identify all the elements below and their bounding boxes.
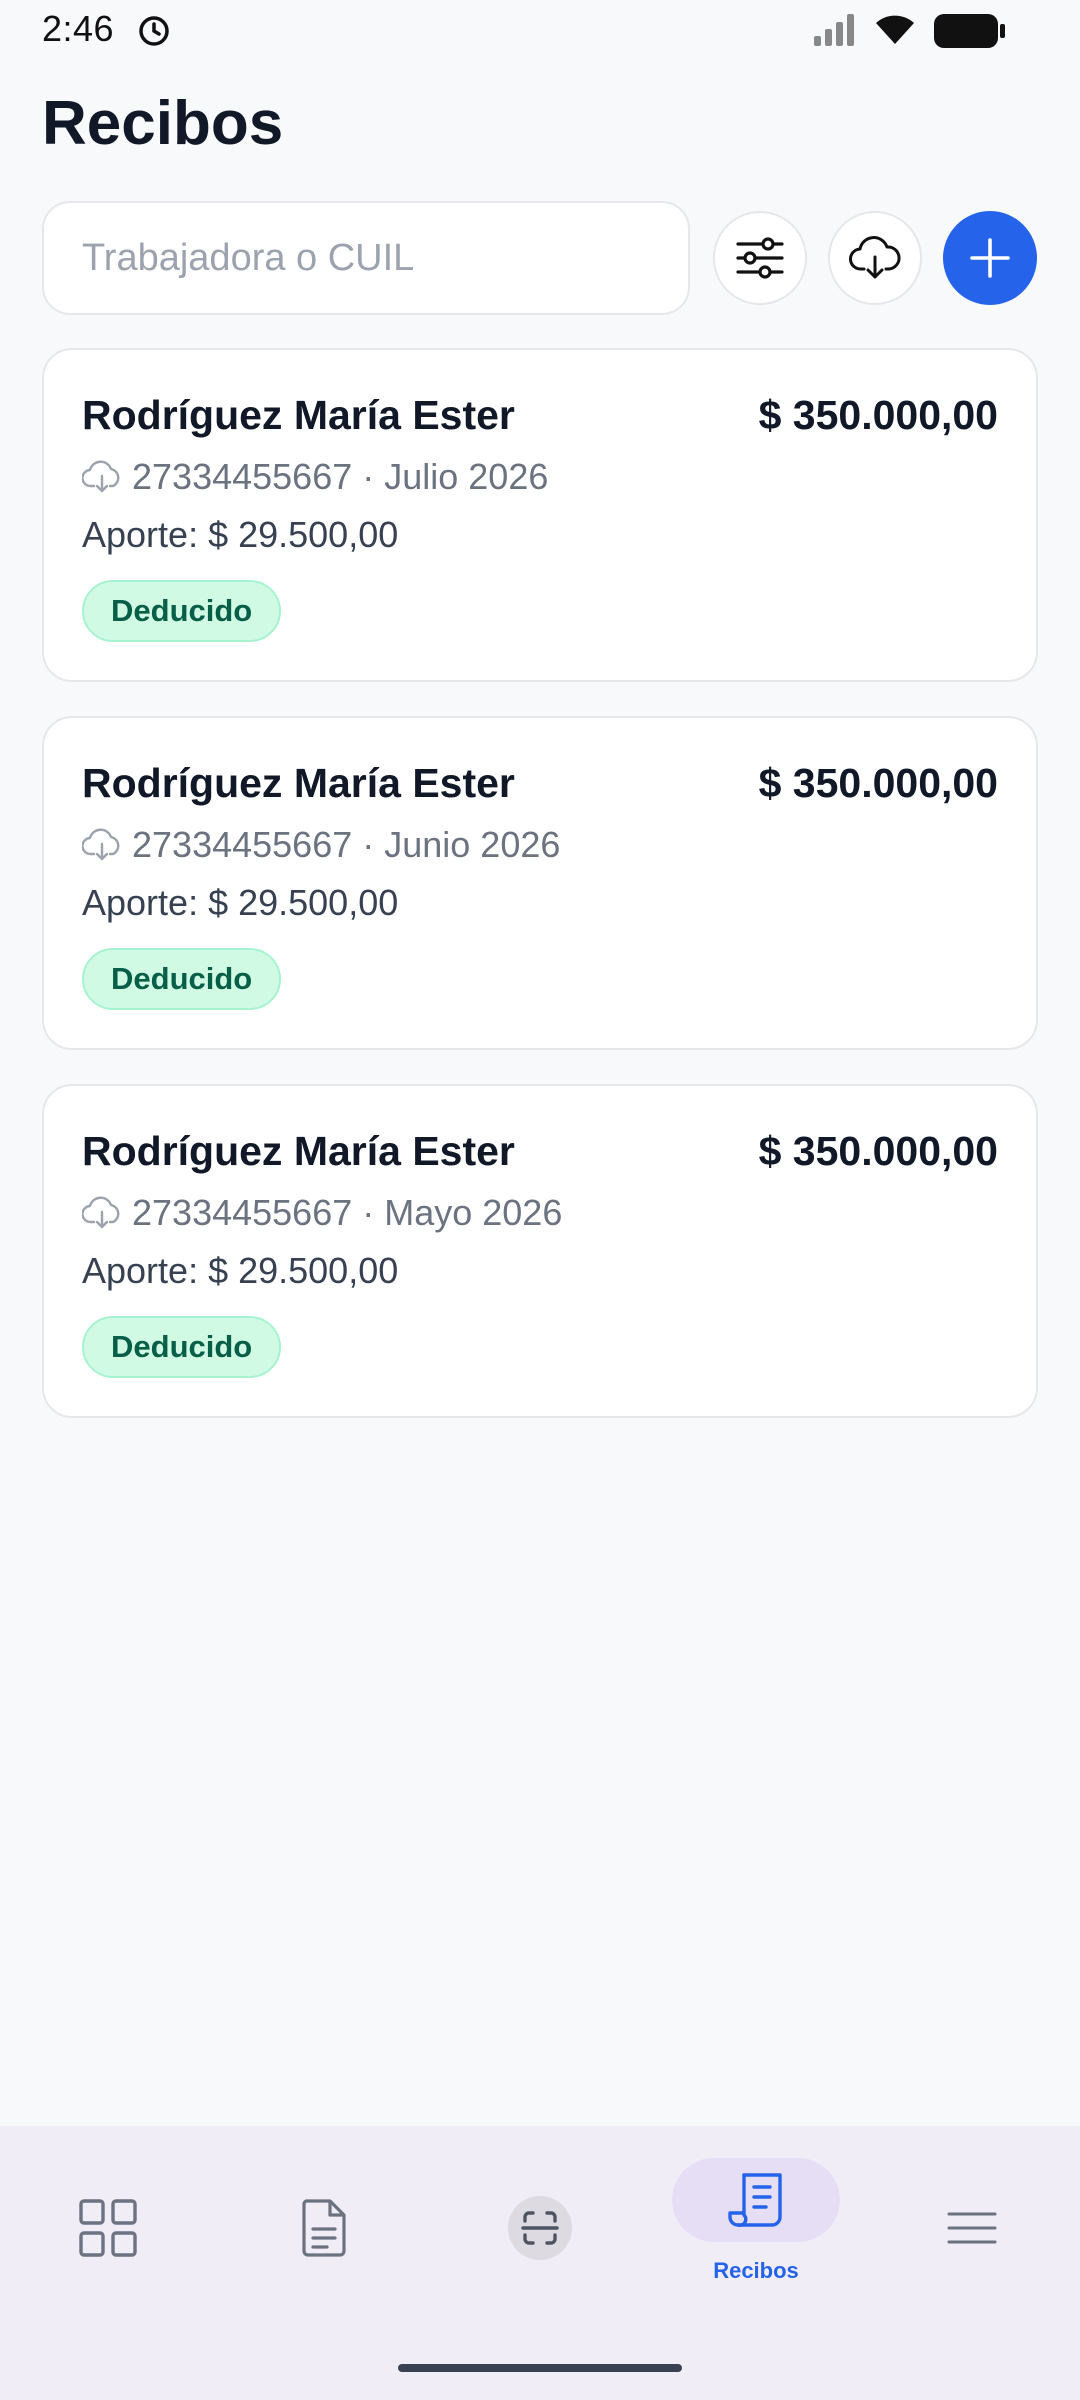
contribution-amount: Aporte: $ 29.500,00: [82, 1250, 399, 1291]
nav-item-label: Recibos: [713, 2258, 799, 2283]
worker-name: Rodríguez María Ester: [82, 392, 515, 438]
cloud-download-icon: [849, 236, 901, 279]
cell-signal-icon: [814, 14, 854, 46]
status-time: 2:46: [42, 8, 115, 49]
menu-icon: [947, 2212, 997, 2244]
cuil-period: 27334455667 · Mayo 2026: [132, 1192, 563, 1233]
document-icon: [302, 2199, 346, 2257]
nav-item-documents[interactable]: [216, 2126, 432, 2326]
grid-icon: [79, 2199, 137, 2257]
worker-name: Rodríguez María Ester: [82, 1128, 515, 1174]
receipt-icon: [728, 2173, 782, 2227]
nav-item-recibos[interactable]: Recibos: [648, 2126, 864, 2326]
plus-icon: [970, 238, 1010, 278]
receipt-card[interactable]: Rodríguez María Ester $ 350.000,00 27334…: [42, 1084, 1038, 1418]
status-badge: Deducido: [82, 948, 282, 1010]
worker-name: Rodríguez María Ester: [82, 760, 515, 806]
receipt-amount: $ 350.000,00: [758, 1128, 998, 1174]
receipt-amount: $ 350.000,00: [758, 760, 998, 806]
status-badge: Deducido: [82, 1316, 282, 1378]
wifi-icon: [876, 15, 914, 44]
receipt-meta: 27334455667 · Junio 2026: [82, 824, 560, 866]
add-receipt-button[interactable]: [943, 211, 1037, 305]
receipt-meta: 27334455667 · Julio 2026: [82, 456, 548, 498]
page-title: Recibos: [42, 89, 284, 158]
cloud-download-icon: [82, 1196, 120, 1229]
status-badge: Deducido: [82, 580, 282, 642]
sliders-icon: [736, 237, 784, 279]
receipt-meta: 27334455667 · Mayo 2026: [82, 1192, 562, 1234]
nav-item-scan[interactable]: [432, 2126, 648, 2326]
receipt-list: Rodríguez María Ester $ 350.000,00 27334…: [42, 348, 1038, 1452]
scan-icon: [508, 2196, 572, 2260]
nav-item-dashboard[interactable]: [0, 2126, 216, 2326]
cloud-download-icon: [82, 460, 120, 493]
download-button[interactable]: [828, 211, 922, 305]
bottom-navigation: Recibos: [0, 2126, 1080, 2400]
contribution-amount: Aporte: $ 29.500,00: [82, 514, 399, 555]
nav-item-menu[interactable]: [864, 2126, 1080, 2326]
receipt-card[interactable]: Rodríguez María Ester $ 350.000,00 27334…: [42, 348, 1038, 682]
battery-icon: [934, 14, 1005, 48]
cloud-download-icon: [82, 828, 120, 861]
receipt-card[interactable]: Rodríguez María Ester $ 350.000,00 27334…: [42, 716, 1038, 1050]
home-indicator[interactable]: [398, 2364, 682, 2372]
alarm-clock-icon: [139, 16, 169, 46]
status-bar: 2:46: [0, 0, 1080, 64]
cuil-period: 27334455667 · Julio 2026: [132, 456, 549, 497]
filter-button[interactable]: [713, 211, 807, 305]
receipt-amount: $ 350.000,00: [758, 392, 998, 438]
cuil-period: 27334455667 · Junio 2026: [132, 824, 561, 865]
contribution-amount: Aporte: $ 29.500,00: [82, 882, 399, 923]
search-input[interactable]: [42, 201, 690, 315]
